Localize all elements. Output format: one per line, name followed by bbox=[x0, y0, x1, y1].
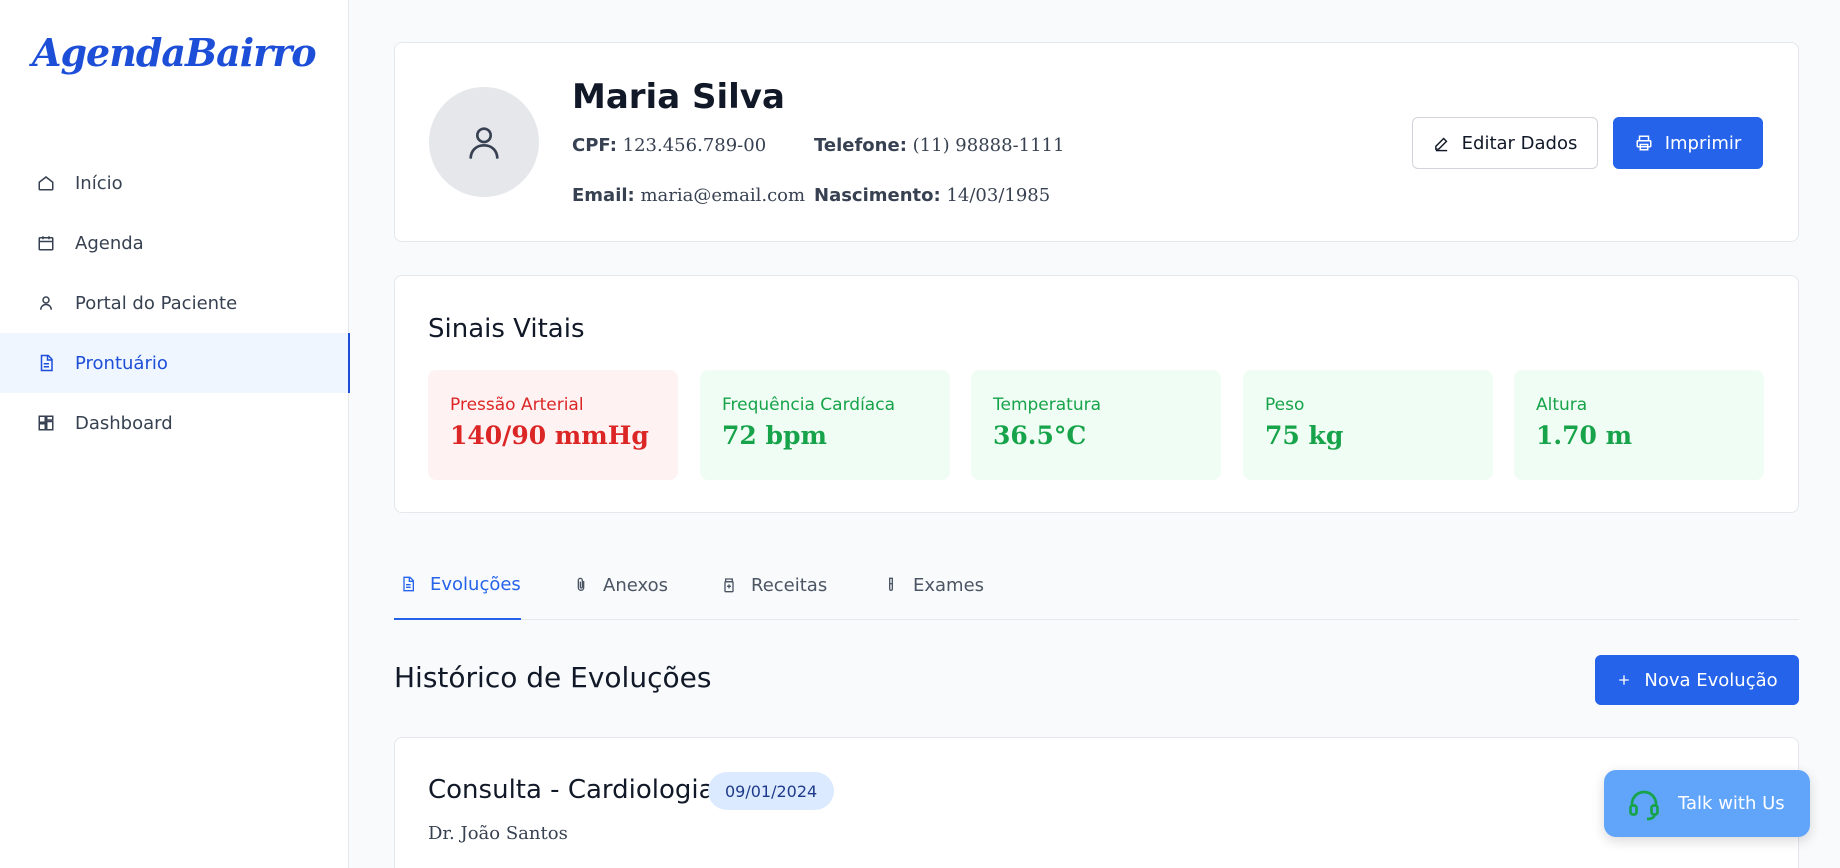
sidebar-item-portal-paciente[interactable]: Portal do Paciente bbox=[0, 273, 349, 333]
vital-label: Altura bbox=[1536, 395, 1588, 415]
edit-data-label: Editar Dados bbox=[1461, 132, 1578, 154]
vital-label: Peso bbox=[1265, 395, 1305, 415]
edit-data-button[interactable]: Editar Dados bbox=[1412, 117, 1598, 169]
document-icon bbox=[400, 576, 416, 592]
patient-email: Email: maria@email.com bbox=[572, 185, 805, 206]
vital-label: Pressão Arterial bbox=[450, 395, 584, 415]
sidebar-item-label: Agenda bbox=[75, 232, 144, 254]
chat-widget-button[interactable]: Talk with Us bbox=[1604, 770, 1810, 837]
evolution-doctor: Dr. João Santos bbox=[428, 823, 568, 844]
vital-value: 75 kg bbox=[1265, 421, 1344, 450]
sidebar-item-label: Início bbox=[75, 172, 123, 194]
tab-receitas[interactable]: Receitas bbox=[715, 550, 833, 620]
calendar-icon bbox=[36, 233, 56, 253]
plus-icon bbox=[1616, 672, 1632, 688]
vital-value: 72 bpm bbox=[722, 421, 827, 450]
evolution-date-badge: 09/01/2024 bbox=[708, 772, 835, 810]
tab-label: Exames bbox=[913, 574, 985, 596]
sidebar-item-agenda[interactable]: Agenda bbox=[0, 213, 349, 273]
sidebar-item-inicio[interactable]: Início bbox=[0, 153, 349, 213]
prescription-icon bbox=[721, 577, 737, 593]
patient-birth: Nascimento: 14/03/1985 bbox=[814, 185, 1050, 206]
print-label: Imprimir bbox=[1664, 132, 1742, 154]
tab-exames[interactable]: Exames bbox=[877, 550, 990, 620]
history-title: Histórico de Evoluções bbox=[394, 661, 712, 694]
new-evolution-label: Nova Evolução bbox=[1644, 669, 1778, 691]
avatar bbox=[429, 87, 539, 197]
birth-value: 14/03/1985 bbox=[946, 185, 1051, 206]
vital-heart-rate: Frequência Cardíaca 72 bpm bbox=[700, 370, 950, 480]
sidebar: AgendaBairro Início Agenda Portal do Pac… bbox=[0, 0, 350, 868]
user-icon bbox=[36, 293, 56, 313]
pencil-icon bbox=[1433, 135, 1450, 152]
sidebar-item-label: Dashboard bbox=[75, 412, 173, 434]
vital-value: 1.70 m bbox=[1536, 421, 1633, 450]
sidebar-item-prontuario[interactable]: Prontuário bbox=[0, 333, 350, 393]
paperclip-icon bbox=[573, 577, 589, 593]
tab-label: Evoluções bbox=[430, 573, 521, 595]
print-button[interactable]: Imprimir bbox=[1613, 117, 1763, 169]
tab-label: Anexos bbox=[603, 574, 668, 596]
sidebar-item-dashboard[interactable]: Dashboard bbox=[0, 393, 349, 453]
birth-label: Nascimento: bbox=[814, 185, 941, 206]
tab-evolucoes[interactable]: Evoluções bbox=[394, 550, 521, 620]
vitals-card: Sinais Vitais Pressão Arterial 140/90 mm… bbox=[394, 275, 1799, 513]
phone-value: (11) 98888-1111 bbox=[912, 135, 1065, 156]
tab-label: Receitas bbox=[751, 574, 828, 596]
sidebar-nav: Início Agenda Portal do Paciente Prontuá… bbox=[0, 153, 350, 453]
vital-blood-pressure: Pressão Arterial 140/90 mmHg bbox=[428, 370, 678, 480]
email-value: maria@email.com bbox=[640, 185, 806, 206]
test-tube-icon bbox=[883, 577, 899, 593]
cpf-label: CPF: bbox=[572, 135, 617, 156]
patient-cpf: CPF: 123.456.789-00 bbox=[572, 135, 766, 156]
phone-label: Telefone: bbox=[814, 135, 907, 156]
patient-name: Maria Silva bbox=[572, 77, 785, 117]
record-tabs: Evoluções Anexos Receitas Exames bbox=[394, 550, 1799, 620]
sidebar-item-label: Prontuário bbox=[75, 352, 168, 374]
patient-card: Maria Silva CPF: 123.456.789-00 Telefone… bbox=[394, 42, 1799, 242]
patient-phone: Telefone: (11) 98888-1111 bbox=[814, 135, 1064, 156]
vitals-title: Sinais Vitais bbox=[428, 314, 585, 344]
printer-icon bbox=[1635, 134, 1653, 152]
headset-icon bbox=[1626, 786, 1662, 822]
chat-label: Talk with Us bbox=[1678, 793, 1785, 814]
vital-weight: Peso 75 kg bbox=[1243, 370, 1493, 480]
email-label: Email: bbox=[572, 185, 635, 206]
vital-height: Altura 1.70 m bbox=[1514, 370, 1764, 480]
evolution-title: Consulta - Cardiologia bbox=[428, 775, 715, 805]
cpf-value: 123.456.789-00 bbox=[622, 135, 767, 156]
app-logo[interactable]: AgendaBairro bbox=[32, 30, 317, 75]
vital-temperature: Temperatura 36.5°C bbox=[971, 370, 1221, 480]
vital-label: Frequência Cardíaca bbox=[722, 395, 895, 415]
vital-value: 36.5°C bbox=[993, 421, 1087, 450]
document-icon bbox=[36, 353, 56, 373]
vital-value: 140/90 mmHg bbox=[450, 421, 649, 450]
sidebar-item-label: Portal do Paciente bbox=[75, 292, 238, 314]
new-evolution-button[interactable]: Nova Evolução bbox=[1595, 655, 1799, 705]
vital-label: Temperatura bbox=[993, 395, 1102, 415]
dashboard-icon bbox=[36, 413, 56, 433]
user-icon bbox=[469, 127, 499, 159]
tab-anexos[interactable]: Anexos bbox=[567, 550, 674, 620]
evolution-entry: Consulta - Cardiologia 09/01/2024 Dr. Jo… bbox=[394, 737, 1799, 868]
home-icon bbox=[36, 173, 56, 193]
